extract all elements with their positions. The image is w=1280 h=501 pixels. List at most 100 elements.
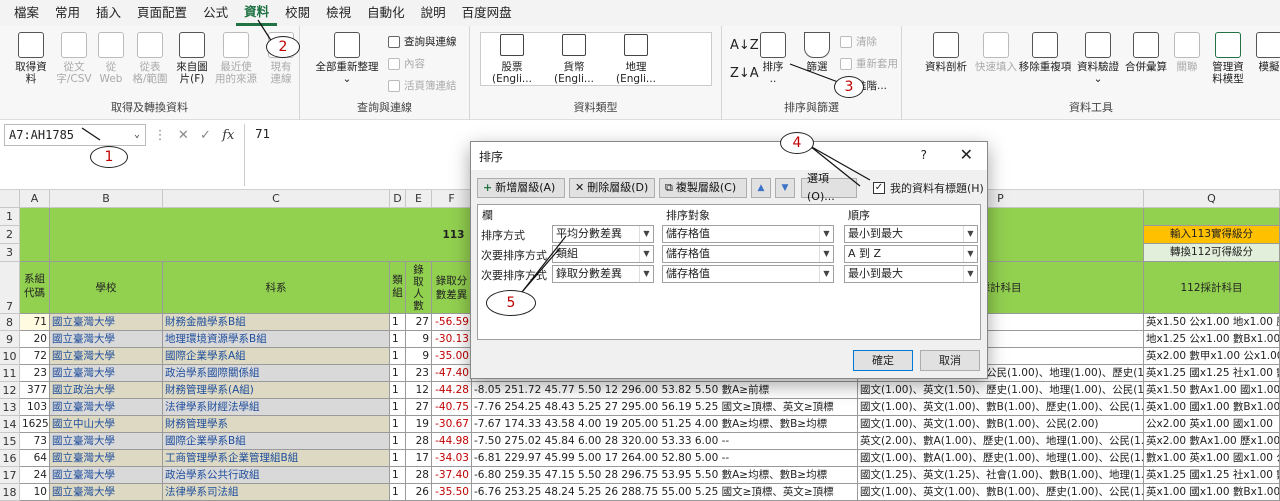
code-cell[interactable]: 20 [20,331,50,348]
group-cell[interactable]: 1 [390,331,406,348]
row-header[interactable]: 3 [0,244,20,262]
score-diff-cell[interactable]: -35.00 [432,348,472,365]
menu-view[interactable]: 檢視 [318,0,359,26]
menu-formulas[interactable]: 公式 [195,0,236,26]
from-table-button[interactable]: 從表 格/範圍 [128,32,172,85]
code-cell[interactable]: 10 [20,484,50,501]
menu-insert[interactable]: 插入 [88,0,129,26]
dept-cell[interactable]: 法律學系財經法學組 [163,399,390,416]
select-all-corner[interactable] [0,190,20,208]
menu-review[interactable]: 校閱 [277,0,318,26]
middle-values-cell[interactable]: -7.67 174.33 43.58 4.00 19 205.00 51.25 … [472,416,858,433]
score-diff-cell[interactable]: -44.28 [432,382,472,399]
school-cell[interactable]: 國立臺灣大學 [50,484,163,501]
has-headers-checkbox[interactable]: ✓ 我的資料有標題(H) [873,180,984,196]
subjects-112-cell[interactable]: 數x1.00 英x1.00 國x1.00 公x1.0 [1144,450,1280,467]
get-data-button[interactable]: 取得資 料 [10,32,52,85]
school-cell[interactable]: 國立臺灣大學 [50,399,163,416]
dept-header-cell[interactable]: 科系 [163,262,390,314]
subjects-112-cell[interactable]: 英x1.00 國x1.00 數Bx1.00 公x1.0 [1144,484,1280,501]
sort-on-select[interactable]: 儲存格值 ▼ [662,265,834,283]
group-cell[interactable]: 1 [390,433,406,450]
middle-values-cell[interactable]: -6.76 253.25 48.24 5.25 26 288.75 55.00 … [472,484,858,501]
move-up-button[interactable]: ▲ [751,178,771,198]
text-to-columns-button[interactable]: 資料剖析 [922,32,970,73]
row-header[interactable]: 11 [0,365,20,382]
subjects-cell[interactable]: 國文(1.00)、英文(1.00)、數B(1.00)、歷史(1.00)、公民(1… [858,399,1144,416]
dept-cell[interactable]: 國際企業學系B組 [163,433,390,450]
group-cell[interactable]: 1 [390,450,406,467]
subjects-112-cell[interactable]: 地x1.25 公x1.00 數Bx1.00 [1144,331,1280,348]
school-cell[interactable]: 國立臺灣大學 [50,331,163,348]
subjects-cell[interactable]: 英文(2.00)、數A(1.00)、歷史(1.00)、地理(1.00)、公民(1… [858,433,1144,450]
school-cell[interactable]: 國立政治大學 [50,382,163,399]
row-header[interactable]: 7 [0,262,20,314]
menu-data[interactable]: 資料 [236,1,278,26]
row-header[interactable]: 13 [0,399,20,416]
dept-cell[interactable]: 財務管理學系 [163,416,390,433]
group-cell[interactable]: 1 [390,416,406,433]
header-cell[interactable] [20,208,50,262]
name-box[interactable]: A7:AH1785 ⌄ [4,124,146,146]
delete-level-button[interactable]: ✕ 刪除層級(D) [569,178,655,198]
sort-column-select[interactable]: 錄取分數差異 ▼ [552,265,654,283]
dept-cell[interactable]: 政治學系國際關係組 [163,365,390,382]
workbook-links-button[interactable]: 活頁簿連結 [388,78,457,93]
column-header-f[interactable]: F [432,190,472,208]
subjects-cell[interactable]: 國文(1.00)、英文(1.00)、數B(1.00)、歷史(1.00)、公民(1… [858,484,1144,501]
stocks-type-button[interactable]: 股票 (Engli... [481,33,543,85]
menu-automate[interactable]: 自動化 [359,0,413,26]
sort-ascending-icon[interactable]: A↓Z [730,38,759,53]
close-icon[interactable]: ✕ [960,145,973,164]
sort-button[interactable]: 排序.. [756,32,790,85]
reapply-button[interactable]: 重新套用 [840,56,898,71]
school-header-cell[interactable]: 學校 [50,262,163,314]
dept-cell[interactable]: 工商管理學系企業管理組B組 [163,450,390,467]
row-header[interactable]: 18 [0,484,20,501]
code-cell[interactable]: 23 [20,365,50,382]
school-cell[interactable]: 國立中山大學 [50,416,163,433]
column-header-c[interactable]: C [163,190,390,208]
row-header[interactable]: 14 [0,416,20,433]
school-cell[interactable]: 國立臺灣大學 [50,314,163,331]
convert-score-header-cell[interactable]: 轉換112可得級分 [1144,244,1280,262]
sort-on-select[interactable]: 儲存格值 ▼ [662,245,834,263]
menu-page-layout[interactable]: 頁面配置 [129,0,195,26]
enter-icon[interactable]: ✓ [200,128,211,143]
relationships-button[interactable]: 關聯 [1170,32,1204,73]
subjects-112-cell[interactable]: 英x1.50 公x1.00 地x1.00 歷x1.0 [1144,314,1280,331]
menu-home[interactable]: 常用 [47,0,88,26]
score-diff-cell[interactable]: -56.59 [432,314,472,331]
order-select[interactable]: A 到 Z ▼ [844,245,978,263]
middle-values-cell[interactable]: -7.76 254.25 48.43 5.25 27 295.00 56.19 … [472,399,858,416]
score-diff-cell[interactable]: -37.40 [432,467,472,484]
code-cell[interactable]: 73 [20,433,50,450]
sort-column-select[interactable]: 平均分數差異 ▼ [552,225,654,243]
what-if-button[interactable]: 模擬 [1254,32,1280,73]
admit-count-cell[interactable]: 17 [406,450,432,467]
code-cell[interactable]: 103 [20,399,50,416]
menu-file[interactable]: 檔案 [6,0,47,26]
code-cell[interactable]: 72 [20,348,50,365]
subjects-112-cell[interactable]: 英x1.50 數Ax1.00 國x1.00 公x1.0 [1144,382,1280,399]
dept-cell[interactable]: 地理環境資源學系B組 [163,331,390,348]
dept-cell[interactable]: 國際企業學系A組 [163,348,390,365]
admit-count-cell[interactable]: 12 [406,382,432,399]
middle-values-cell[interactable]: -7.50 275.02 45.84 6.00 28 320.00 53.33 … [472,433,858,450]
row-header[interactable]: 8 [0,314,20,331]
school-cell[interactable]: 國立臺灣大學 [50,348,163,365]
dept-cell[interactable]: 財務管理學系(A組) [163,382,390,399]
subjects-112-cell[interactable]: 英x1.25 國x1.25 社x1.00 數x1.0 [1144,365,1280,382]
row-header[interactable]: 16 [0,450,20,467]
sort-on-select[interactable]: 儲存格值 ▼ [662,225,834,243]
queries-connections-button[interactable]: 查詢與連線 [388,34,457,49]
code-cell[interactable]: 71 [20,314,50,331]
group-cell[interactable]: 1 [390,348,406,365]
score-diff-cell[interactable]: -34.03 [432,450,472,467]
admit-count-cell[interactable]: 9 [406,331,432,348]
code-cell[interactable]: 24 [20,467,50,484]
admit-count-cell[interactable]: 28 [406,433,432,450]
menu-baidu[interactable]: 百度网盘 [454,0,520,26]
school-cell[interactable]: 國立臺灣大學 [50,433,163,450]
data-validation-button[interactable]: 資料驗證 ⌄ [1074,32,1122,85]
